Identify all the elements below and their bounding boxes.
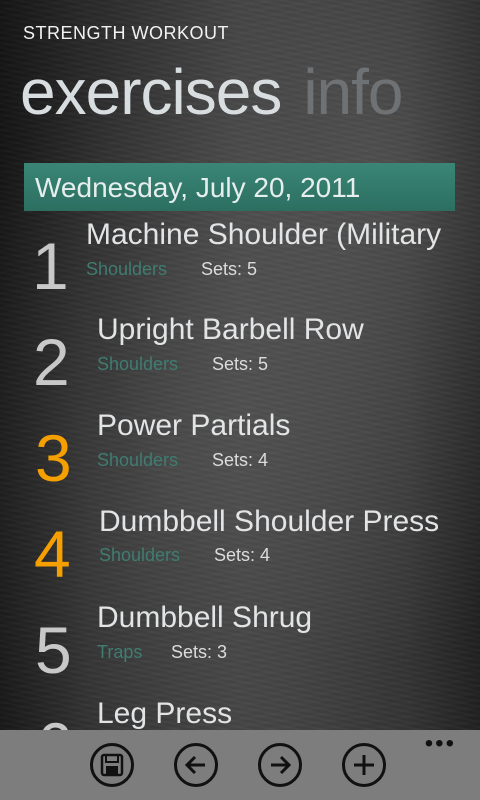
- exercise-list: 1 Machine Shoulder (Military Press) Shou…: [0, 0, 480, 730]
- exercise-category: Shoulders: [97, 354, 179, 374]
- exercise-item-6[interactable]: 6 Leg Press: [0, 693, 480, 730]
- exercise-number: 5: [35, 613, 72, 687]
- exercise-number: 4: [34, 517, 71, 591]
- exercise-category: Traps: [97, 642, 143, 662]
- exercise-item-3[interactable]: 3 Power Partials Shoulders Sets: 4: [0, 405, 480, 501]
- exercise-item-1[interactable]: 1 Machine Shoulder (Military Press) Shou…: [0, 213, 480, 309]
- exercise-name: Dumbbell Shrug: [97, 601, 313, 634]
- exercise-item-2[interactable]: 2 Upright Barbell Row Shoulders Sets: 5: [0, 309, 480, 405]
- exercise-sets: Sets: 4: [212, 450, 269, 470]
- exercise-number: 2: [33, 325, 70, 399]
- exercise-name: Dumbbell Shoulder Press: [99, 505, 440, 538]
- arrow-left-icon: [184, 755, 205, 775]
- exercise-sets: Sets: 4: [214, 545, 271, 565]
- exercise-category: Shoulders: [97, 450, 179, 470]
- exercise-name: Upright Barbell Row: [97, 313, 364, 346]
- exercise-number: 1: [32, 229, 69, 303]
- exercise-item-4[interactable]: 4 Dumbbell Shoulder Press Shoulders Sets…: [0, 501, 480, 597]
- more-options-button[interactable]: •••: [425, 732, 456, 756]
- plus-icon: [354, 755, 374, 775]
- exercise-sets: Sets: 5: [201, 259, 258, 279]
- exercise-name: Machine Shoulder (Military Press): [86, 218, 443, 251]
- exercise-number: 3: [35, 421, 72, 495]
- exercise-sets: Sets: 5: [212, 354, 269, 374]
- date-banner: Wednesday, July 20, 2011: [24, 163, 455, 211]
- exercise-sets: Sets: 3: [171, 642, 228, 662]
- next-button[interactable]: [258, 743, 302, 787]
- previous-button[interactable]: [174, 743, 218, 787]
- exercise-category: Shoulders: [86, 259, 168, 279]
- exercise-name: Power Partials: [97, 409, 291, 442]
- exercise-number: 6: [36, 711, 73, 730]
- exercise-name: Leg Press: [97, 697, 233, 730]
- exercise-item-5[interactable]: 5 Dumbbell Shrug Traps Sets: 3: [0, 597, 480, 693]
- app-bar: •••: [0, 730, 480, 800]
- save-icon: [100, 753, 124, 777]
- add-button[interactable]: [342, 743, 386, 787]
- exercise-category: Shoulders: [99, 545, 181, 565]
- save-button[interactable]: [90, 743, 134, 787]
- arrow-right-icon: [271, 755, 292, 775]
